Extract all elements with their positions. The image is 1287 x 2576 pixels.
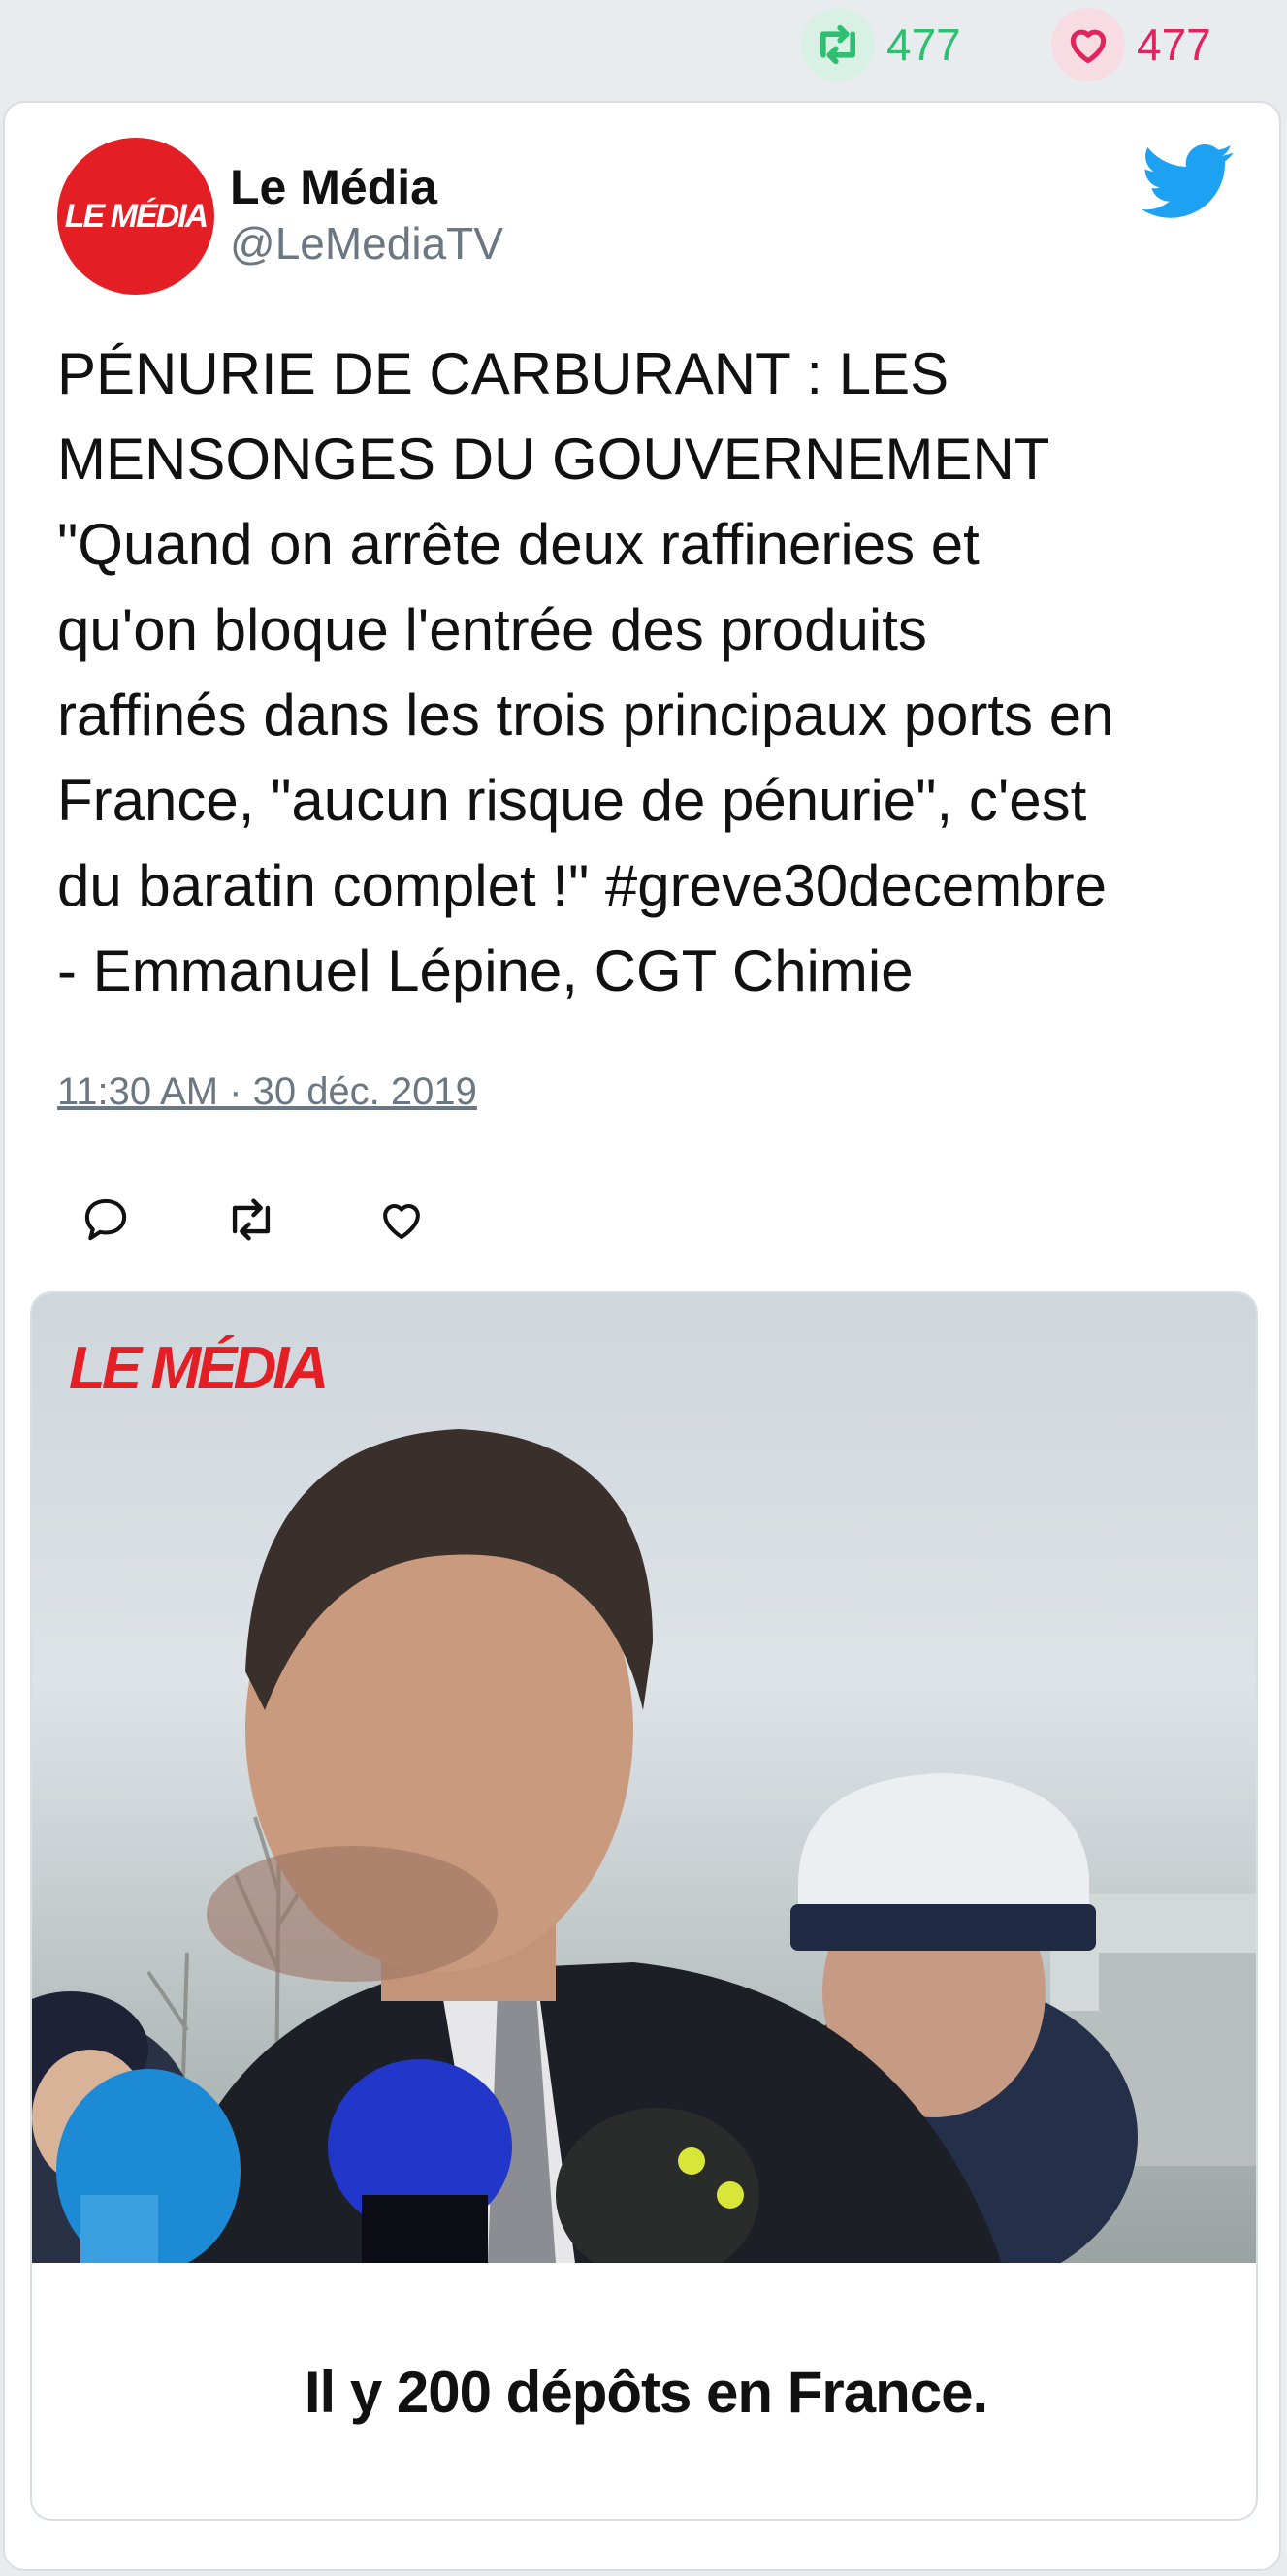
reply-icon <box>84 1198 127 1241</box>
reply-button[interactable] <box>67 1181 145 1258</box>
author-name[interactable]: Le Média <box>230 159 437 215</box>
like-stat-icon[interactable] <box>1051 8 1125 81</box>
tweet-text-line: raffinés dans les trois principaux ports… <box>57 683 1114 747</box>
video-watermark-logo: LE MÉDIA <box>69 1335 329 1402</box>
video-caption: Il y 200 dépôts en France. <box>304 2359 988 2425</box>
avatar-logo: LE MÉDIA <box>64 197 209 235</box>
tweet-text: PÉNURIE DE CARBURANT : LES MENSONGES DU … <box>57 332 1250 1014</box>
retweet-stat-icon[interactable] <box>801 8 875 81</box>
tweet-text-line: - Emmanuel Lépine, CGT Chimie <box>57 938 914 1003</box>
video-frame[interactable]: LE MÉDIA <box>32 1293 1256 2263</box>
tweet-text-line: "Quand on arrête deux raffineries et <box>57 512 980 577</box>
author-handle[interactable]: @LeMediaTV <box>230 217 503 270</box>
retweet-button[interactable] <box>212 1181 290 1258</box>
retweet-count: 477 <box>886 19 961 70</box>
video-scene-image <box>32 1429 1256 2263</box>
tweet-text-line: PÉNURIE DE CARBURANT : LES <box>57 341 949 406</box>
like-count: 477 <box>1137 19 1211 70</box>
tweet-media[interactable]: LE MÉDIA Il y 200 dépôts en France. <box>30 1291 1258 2521</box>
avatar[interactable]: LE MÉDIA <box>57 138 214 295</box>
retweet-stat[interactable]: 477 <box>801 8 961 81</box>
like-stat[interactable]: 477 <box>1051 8 1211 81</box>
tweet-text-line: France, "aucun risque de pénurie", c'est <box>57 768 1087 833</box>
like-button[interactable] <box>363 1181 440 1258</box>
tweet-timestamp-link[interactable]: 11:30 AM · 30 déc. 2019 <box>57 1070 477 1114</box>
engagement-bar: 477 477 <box>0 0 1287 87</box>
retweet-icon <box>232 1198 271 1241</box>
tweet-text-line: du baratin complet !" #greve30decembre <box>57 853 1107 918</box>
like-icon <box>383 1204 420 1240</box>
tweet-text-line: qu'on bloque l'entrée des produits <box>57 597 927 662</box>
tweet-card[interactable]: LE MÉDIA Le Média @LeMediaTV PÉNURIE DE … <box>3 101 1281 2571</box>
tweet-text-line: MENSONGES DU GOUVERNEMENT <box>57 427 1050 492</box>
twitter-bird-icon[interactable] <box>1142 143 1235 221</box>
